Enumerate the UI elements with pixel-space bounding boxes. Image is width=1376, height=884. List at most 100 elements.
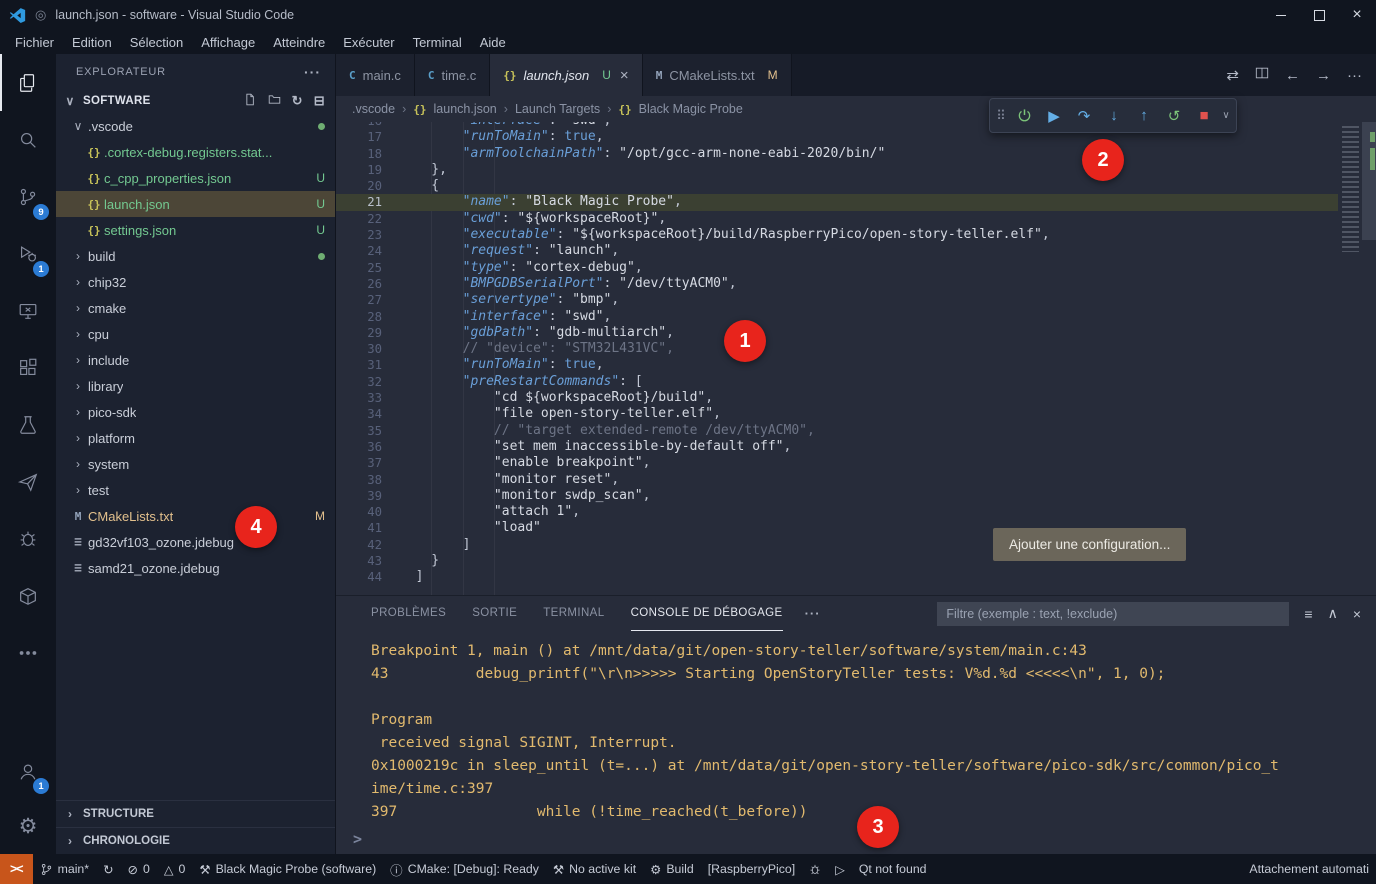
filter-input[interactable]	[937, 602, 1289, 626]
step-into-button[interactable]: ↓	[1099, 100, 1129, 131]
section-structure[interactable]: › STRUCTURE	[56, 800, 335, 827]
status-qt-status[interactable]: Qt not found	[852, 854, 934, 884]
bug-round-icon[interactable]	[0, 510, 56, 567]
line-number[interactable]: 23	[336, 227, 400, 243]
status-build-button[interactable]: ⚙Build	[643, 854, 701, 884]
menu-item-fichier[interactable]: Fichier	[6, 35, 63, 50]
status-errors[interactable]: ⊘0	[121, 854, 157, 884]
status-warnings[interactable]: △0	[157, 854, 192, 884]
close-button[interactable]: ×	[1338, 0, 1376, 30]
minimize-button[interactable]	[1262, 0, 1300, 30]
tree-item-launch-json[interactable]: {}launch.jsonU	[56, 191, 335, 217]
line-number[interactable]: 29	[336, 325, 400, 341]
panel-tab-probl-mes[interactable]: PROBLÈMES	[371, 596, 446, 631]
accounts-icon[interactable]: 1	[0, 744, 56, 799]
code-line-34[interactable]: 34 "file open-story-teller.elf",	[336, 406, 1338, 422]
line-number[interactable]: 17	[336, 129, 400, 145]
code-line-43[interactable]: 43 }	[336, 553, 1338, 569]
line-number[interactable]: 44	[336, 569, 400, 585]
restart-button[interactable]: ↺	[1159, 100, 1189, 131]
line-number[interactable]: 34	[336, 406, 400, 422]
menu-item-atteindre[interactable]: Atteindre	[264, 35, 334, 50]
code-line-22[interactable]: 22 "cwd": "${workspaceRoot}",	[336, 211, 1338, 227]
console-lines-icon[interactable]: ≡	[1304, 606, 1312, 622]
tree-item-cmake[interactable]: ›cmake	[56, 295, 335, 321]
tree-item-cmakelists-txt[interactable]: MCMakeLists.txtM	[56, 503, 335, 529]
step-out-button[interactable]: ↑	[1129, 100, 1159, 131]
line-number[interactable]: 20	[336, 178, 400, 194]
breadcrumb-item-black-magic-probe[interactable]: Black Magic Probe	[639, 102, 743, 116]
menu-item-s-lection[interactable]: Sélection	[121, 35, 192, 50]
line-number[interactable]: 28	[336, 309, 400, 325]
more-icon[interactable]	[0, 624, 56, 681]
tab-launch-json[interactable]: {}launch.jsonU×	[490, 54, 642, 96]
code-line-33[interactable]: 33 "cd ${workspaceRoot}/build",	[336, 390, 1338, 406]
line-number[interactable]: 16	[336, 122, 400, 129]
package-icon[interactable]	[0, 567, 56, 624]
chevron-up-icon[interactable]: ∧	[1328, 605, 1338, 622]
devices-icon[interactable]	[0, 282, 56, 339]
stop-button[interactable]: ■	[1189, 100, 1219, 131]
tree-item-chip32[interactable]: ›chip32	[56, 269, 335, 295]
split-editor-icon[interactable]	[1255, 66, 1269, 84]
code-line-20[interactable]: 20 {	[336, 178, 1338, 194]
new-folder-icon[interactable]	[268, 93, 281, 109]
power-button[interactable]	[1009, 100, 1039, 131]
code-line-40[interactable]: 40 "attach 1",	[336, 504, 1338, 520]
code-editor[interactable]: 16 "interface": "swd",17 "runToMain": tr…	[336, 122, 1376, 595]
continue-button[interactable]: ▶	[1039, 100, 1069, 131]
code-line-44[interactable]: 44 ]	[336, 569, 1338, 585]
line-number[interactable]: 31	[336, 357, 400, 373]
line-number[interactable]: 32	[336, 374, 400, 390]
settings-gear-icon[interactable]: ⚙	[0, 799, 56, 854]
line-number[interactable]: 40	[336, 504, 400, 520]
line-number[interactable]: 36	[336, 439, 400, 455]
search-icon[interactable]	[0, 111, 56, 168]
code-line-18[interactable]: 18 "armToolchainPath": "/opt/gcc-arm-non…	[336, 146, 1338, 162]
line-number[interactable]: 26	[336, 276, 400, 292]
panel-tab-console-de-d-bogage[interactable]: CONSOLE DE DÉBOGAGE	[631, 596, 783, 631]
tree-item-cortex-debug-registers-stat[interactable]: {}.cortex-debug.registers.stat...	[56, 139, 335, 165]
tree-item-build[interactable]: ›build	[56, 243, 335, 269]
code-line-35[interactable]: 35 // "target extended-remote /dev/ttyAC…	[336, 423, 1338, 439]
status-remote-indicator[interactable]: ><	[0, 854, 33, 884]
code-line-32[interactable]: 32 "preRestartCommands": [	[336, 374, 1338, 390]
status-auto-attach[interactable]: Attachement automati	[1242, 854, 1376, 884]
code-line-26[interactable]: 26 "BMPGDBSerialPort": "/dev/ttyACM0",	[336, 276, 1338, 292]
line-number[interactable]: 41	[336, 520, 400, 536]
breadcrumb-item-vscode[interactable]: .vscode	[352, 102, 395, 116]
line-number[interactable]: 42	[336, 537, 400, 553]
status-cmake-status[interactable]: ⓘCMake: [Debug]: Ready	[383, 854, 546, 884]
code-line-25[interactable]: 25 "type": "cortex-debug",	[336, 260, 1338, 276]
refresh-icon[interactable]: ↻	[292, 93, 303, 109]
line-number[interactable]: 24	[336, 243, 400, 259]
source-control-icon[interactable]: 9	[0, 168, 56, 225]
tree-item-include[interactable]: ›include	[56, 347, 335, 373]
line-number[interactable]: 37	[336, 455, 400, 471]
status-sync[interactable]: ↻	[96, 854, 120, 884]
tree-item-gd32vf103-ozone-jdebug[interactable]: ≡gd32vf103_ozone.jdebug	[56, 529, 335, 555]
status-debug-configuration[interactable]: ⚒Black Magic Probe (software)	[192, 854, 383, 884]
section-software[interactable]: ∨ SOFTWARE ↻ ⊟	[56, 89, 335, 113]
line-number[interactable]: 22	[336, 211, 400, 227]
step-over-button[interactable]: ↷	[1069, 100, 1099, 131]
line-number[interactable]: 39	[336, 488, 400, 504]
debug-console-input[interactable]: >	[336, 830, 1376, 854]
back-arrow-icon[interactable]: ←	[1285, 67, 1300, 84]
panel-tab-terminal[interactable]: TERMINAL	[543, 596, 604, 631]
line-number[interactable]: 25	[336, 260, 400, 276]
tree-item-pico-sdk[interactable]: ›pico-sdk	[56, 399, 335, 425]
menu-item-aide[interactable]: Aide	[471, 35, 515, 50]
status-git-branch[interactable]: main*	[33, 854, 96, 884]
code-line-19[interactable]: 19 },	[336, 162, 1338, 178]
tree-item-system[interactable]: ›system	[56, 451, 335, 477]
compare-icon[interactable]: ⇄	[1226, 66, 1239, 84]
tab-main-c[interactable]: Cmain.c	[336, 54, 415, 96]
code-line-28[interactable]: 28 "interface": "swd",	[336, 309, 1338, 325]
tree-item-cpu[interactable]: ›cpu	[56, 321, 335, 347]
menu-item-edition[interactable]: Edition	[63, 35, 121, 50]
code-line-29[interactable]: 29 "gdbPath": "gdb-multiarch",	[336, 325, 1338, 341]
status-active-kit[interactable]: ⚒No active kit	[546, 854, 643, 884]
explorer-icon[interactable]	[0, 54, 56, 111]
section-chronologie[interactable]: › CHRONOLOGIE	[56, 827, 335, 854]
